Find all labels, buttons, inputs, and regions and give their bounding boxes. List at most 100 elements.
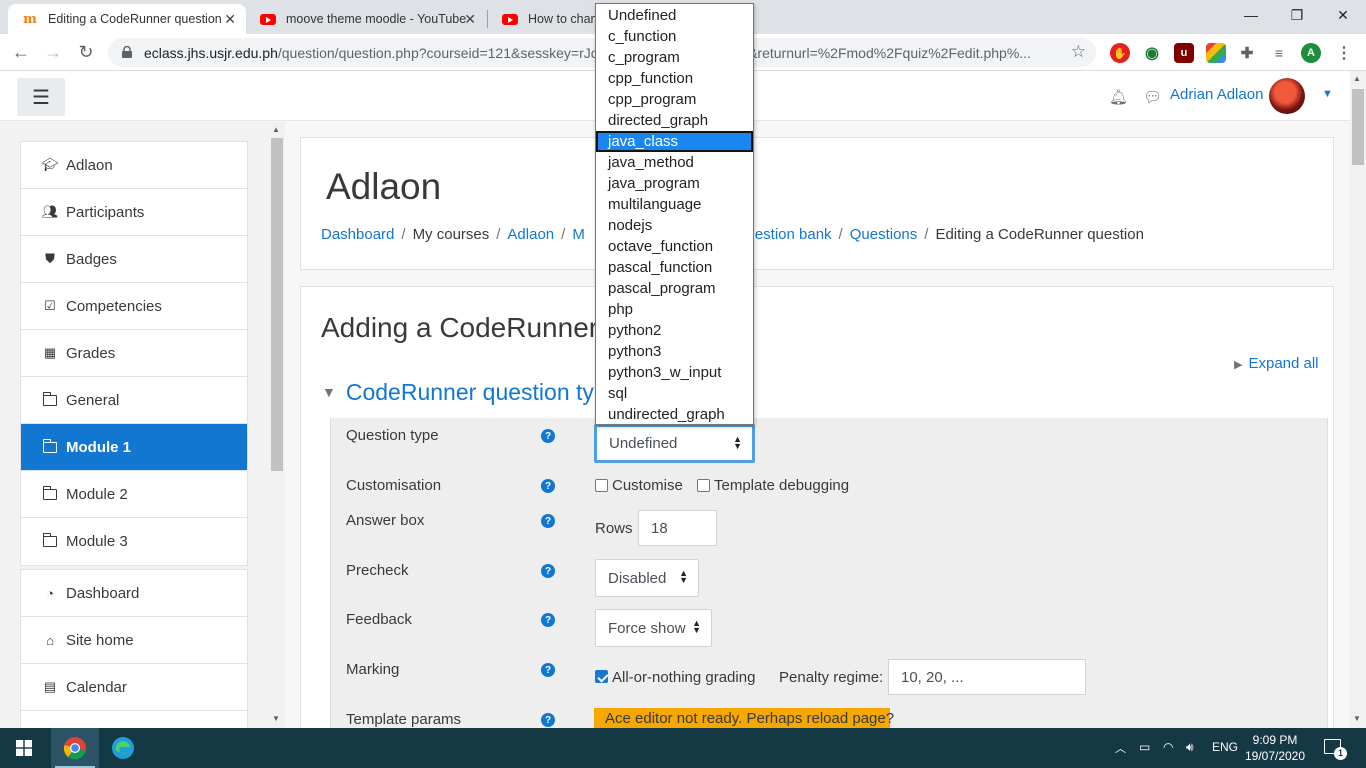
forward-icon[interactable]: →: [42, 42, 64, 63]
all-or-nothing-checkbox[interactable]: [595, 670, 608, 683]
help-icon[interactable]: ?: [541, 663, 555, 677]
drawer-toggle-button[interactable]: ☰: [17, 78, 65, 116]
scroll-down-icon[interactable]: ▼: [272, 714, 280, 723]
language-indicator[interactable]: ENG: [1212, 740, 1238, 754]
sidebar-item-grades[interactable]: ▦ Grades: [21, 330, 247, 377]
sidebar-item-participants[interactable]: 👥︎ Participants: [21, 189, 247, 236]
tab-youtube-howto[interactable]: How to chang: [488, 4, 608, 34]
help-icon[interactable]: ?: [541, 479, 555, 493]
clock[interactable]: 9:09 PM 19/07/2020: [1240, 732, 1310, 764]
breadcrumb-adlaon[interactable]: Adlaon: [507, 226, 554, 243]
customise-checkbox[interactable]: [595, 479, 608, 492]
penalty-regime-input[interactable]: 10, 20, ...: [888, 659, 1086, 695]
dropdown-option[interactable]: nodejs: [596, 215, 753, 236]
dropdown-option[interactable]: java_method: [596, 152, 753, 173]
media-queue-icon[interactable]: ≡: [1269, 43, 1289, 63]
restore-icon[interactable]: ❐: [1274, 0, 1320, 30]
question-type-select[interactable]: Undefined ▲ ▼: [594, 424, 755, 463]
user-menu-caret-icon[interactable]: ▼: [1322, 88, 1333, 100]
reload-icon[interactable]: ↻: [75, 42, 97, 63]
sidebar-item-competencies[interactable]: ☑ Competencies: [21, 283, 247, 330]
chrome-menu-icon[interactable]: ⋮: [1334, 43, 1354, 63]
sidebar-item-calendar[interactable]: ▤ Calendar: [21, 664, 247, 711]
user-avatar[interactable]: [1269, 78, 1305, 114]
page-scrollbar[interactable]: [1350, 71, 1366, 728]
dropdown-option[interactable]: multilanguage: [596, 194, 753, 215]
dropdown-option[interactable]: php: [596, 299, 753, 320]
extension-red-icon[interactable]: ✋: [1110, 43, 1130, 63]
help-icon[interactable]: ?: [541, 564, 555, 578]
sidebar-item-module-3[interactable]: Module 3: [21, 518, 247, 565]
extension-color-icon[interactable]: [1206, 43, 1226, 63]
sidebar-item-dashboard[interactable]: ◔ Dashboard: [21, 570, 247, 617]
section-header[interactable]: ▼ CodeRunner question ty: [322, 379, 594, 406]
breadcrumb-dashboard[interactable]: Dashboard: [321, 226, 394, 243]
tray-chevron-icon[interactable]: ︿: [1115, 740, 1126, 756]
dropdown-option[interactable]: cpp_program: [596, 89, 753, 110]
volume-icon[interactable]: 🔊︎: [1186, 740, 1194, 755]
template-debugging-checkbox[interactable]: [697, 479, 710, 492]
chat-icon[interactable]: 💬︎: [1143, 88, 1162, 106]
sidebar-item-site-home[interactable]: ⌂ Site home: [21, 617, 247, 664]
help-icon[interactable]: ?: [541, 514, 555, 528]
dropdown-option-highlighted[interactable]: java_class: [596, 131, 753, 152]
dropdown-option[interactable]: python3_w_input: [596, 362, 753, 383]
scroll-down-icon[interactable]: ▼: [1353, 714, 1361, 723]
extensions-puzzle-icon[interactable]: ✚: [1237, 43, 1257, 63]
dropdown-option[interactable]: python3: [596, 341, 753, 362]
dropdown-option[interactable]: python2: [596, 320, 753, 341]
sidebar-item-adlaon[interactable]: 🎓︎ Adlaon: [21, 142, 247, 189]
feedback-select[interactable]: Force show ▲ ▼: [595, 609, 712, 647]
help-icon[interactable]: ?: [541, 613, 555, 627]
sidebar-item-general[interactable]: General: [21, 377, 247, 424]
sidebar-item-module-1[interactable]: Module 1: [21, 424, 247, 471]
precheck-select[interactable]: Disabled ▲ ▼: [595, 559, 699, 597]
help-icon[interactable]: ?: [541, 713, 555, 727]
battery-icon[interactable]: ▭: [1139, 740, 1150, 754]
dropdown-option[interactable]: c_function: [596, 26, 753, 47]
user-name-link[interactable]: Adrian Adlaon: [1170, 86, 1263, 103]
close-icon[interactable]: ✕: [464, 11, 476, 28]
dropdown-option[interactable]: directed_graph: [596, 110, 753, 131]
dropdown-option[interactable]: octave_function: [596, 236, 753, 257]
help-icon[interactable]: ?: [541, 429, 555, 443]
minimize-icon[interactable]: —: [1228, 0, 1274, 30]
close-icon[interactable]: ✕: [224, 11, 236, 28]
all-or-nothing-label: All-or-nothing grading: [612, 669, 756, 686]
breadcrumb-questions[interactable]: Questions: [850, 226, 918, 243]
ublock-icon[interactable]: u: [1174, 43, 1194, 63]
dropdown-option[interactable]: c_program: [596, 47, 753, 68]
window-close-icon[interactable]: ✕: [1320, 0, 1366, 30]
customisation-label: Customisation: [346, 477, 442, 494]
dropdown-option[interactable]: pascal_program: [596, 278, 753, 299]
dropdown-option[interactable]: cpp_function: [596, 68, 753, 89]
sidebar-item-module-2[interactable]: Module 2: [21, 471, 247, 518]
breadcrumb-module[interactable]: M: [572, 226, 585, 243]
scroll-up-icon[interactable]: ▲: [1353, 74, 1361, 83]
sidebar-item-more[interactable]: [21, 711, 247, 728]
edge-taskbar-icon[interactable]: [99, 728, 147, 768]
extension-globe-icon[interactable]: ◉: [1142, 43, 1162, 63]
windows-taskbar: ︿ ▭ ◠ 🔊︎ ENG 9:09 PM 19/07/2020 1: [0, 728, 1366, 768]
tab-editing-question[interactable]: m Editing a CodeRunner question ✕: [8, 4, 246, 34]
drawer-scrollbar-thumb[interactable]: [271, 138, 283, 471]
back-icon[interactable]: ←: [10, 42, 32, 63]
profile-avatar[interactable]: A: [1301, 43, 1321, 63]
tab-title: Editing a CodeRunner question: [48, 12, 222, 26]
tab-youtube-moove[interactable]: moove theme moodle - YouTube ✕: [246, 4, 486, 34]
windows-start-icon[interactable]: [0, 728, 48, 768]
dropdown-option[interactable]: Undefined: [596, 5, 753, 26]
bell-icon[interactable]: 🔔︎: [1109, 88, 1128, 106]
dropdown-option[interactable]: undirected_graph: [596, 404, 753, 425]
chrome-taskbar-icon[interactable]: [51, 728, 99, 768]
bookmark-star-icon[interactable]: ☆: [1071, 42, 1086, 62]
dropdown-option[interactable]: sql: [596, 383, 753, 404]
scroll-up-icon[interactable]: ▲: [272, 125, 280, 134]
dropdown-option[interactable]: pascal_function: [596, 257, 753, 278]
sidebar-item-badges[interactable]: ⛊ Badges: [21, 236, 247, 283]
wifi-icon[interactable]: ◠: [1163, 740, 1173, 754]
page-scrollbar-thumb[interactable]: [1352, 89, 1364, 165]
expand-all-link[interactable]: ▶ Expand all: [1234, 355, 1319, 372]
dropdown-option[interactable]: java_program: [596, 173, 753, 194]
rows-input[interactable]: 18: [638, 510, 717, 546]
